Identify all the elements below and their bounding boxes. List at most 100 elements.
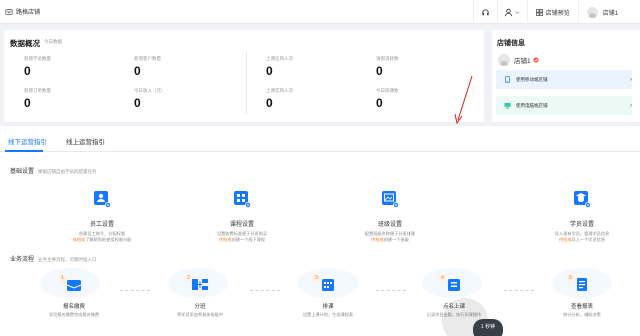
store-preview-button[interactable]: 店铺预览 bbox=[526, 0, 578, 24]
stat-leave-count: 请假消耗数 0 bbox=[376, 56, 399, 77]
staff-setting[interactable]: 员工设置 创建员工账号，分配权限 体检成了解帮您的使用权限分配 bbox=[60, 190, 144, 242]
store-info-title: 店铺信息 bbox=[497, 40, 525, 47]
monitor-icon bbox=[504, 102, 511, 109]
stat-label: 新增学员数量 bbox=[24, 56, 51, 61]
stat-label: 上课实到人次 bbox=[266, 88, 293, 93]
setting-tip: 传检成创建一个班级 bbox=[348, 237, 432, 243]
tip-link[interactable]: 传检成 bbox=[371, 237, 384, 242]
step-schedule[interactable]: 3 排课 设置上课计划，生成课程表 bbox=[288, 274, 368, 318]
stat-today-income: 今日收入（元） 0 bbox=[134, 88, 166, 109]
flow-connector bbox=[250, 290, 280, 291]
report-icon bbox=[577, 278, 587, 291]
tip-text: 了解帮您的使用权限分配 bbox=[85, 236, 132, 242]
stat-expected-attendance: 上课应到人次 0 bbox=[266, 56, 293, 77]
data-overview-card: 数据概况 今日数据 新增学员数量 0 新增客户数量 0 上课应到人次 0 请假消… bbox=[4, 30, 484, 122]
user-menu[interactable] bbox=[496, 0, 527, 24]
student-setting[interactable]: 学员设置 导入现有学员，管理学员信息 传检成导入一个学员信息 bbox=[540, 190, 624, 242]
stat-value: 0 bbox=[376, 96, 383, 110]
store-name-row: 店铺1 bbox=[498, 54, 539, 66]
step-desc: 统计分析，辅助决策 bbox=[563, 312, 601, 317]
setting-tip: 传检成创建一个线下课程 bbox=[200, 237, 284, 243]
flow-connector bbox=[504, 290, 534, 291]
guide-tabs: 线下运营指引 线上运营指引 bbox=[0, 126, 640, 152]
stat-new-orders: 新增订单数量 0 bbox=[24, 88, 51, 109]
step-desc: 将学员添加到具体班级中 bbox=[176, 312, 224, 317]
floating-widget-label: 1 秒钟 bbox=[480, 324, 496, 330]
floating-timer-widget[interactable]: 1 秒钟 bbox=[473, 319, 503, 336]
brand-name: 路格店铺 bbox=[16, 10, 41, 16]
step-assign-class[interactable]: 2 分班 将学员添加到具体班级中 bbox=[160, 274, 240, 318]
tip-link[interactable]: 传检成 bbox=[559, 237, 572, 242]
store-logo-icon bbox=[5, 8, 13, 15]
stat-value: 0 bbox=[134, 64, 141, 78]
assign-class-icon bbox=[192, 279, 208, 290]
setting-tip: 体检成了解帮您的使用权限分配 bbox=[60, 237, 144, 243]
stat-new-students: 新增学员数量 0 bbox=[24, 56, 51, 77]
annotation-arrow-icon bbox=[454, 75, 473, 125]
pc-store-link[interactable]: 使用电脑端店铺 › bbox=[496, 96, 632, 115]
course-setting[interactable]: 课程设置 设置收费标准便于分班购买 传检成创建一个线下课程 bbox=[200, 190, 284, 242]
section-title: 基础设置 bbox=[10, 169, 35, 175]
stat-label: 新增订单数量 bbox=[24, 88, 51, 93]
stat-label: 新增客户数量 bbox=[134, 56, 161, 61]
store-name: 店铺1 bbox=[514, 58, 531, 65]
stat-new-customers: 新增客户数量 0 bbox=[134, 56, 161, 77]
overview-title: 数据概况 bbox=[10, 39, 40, 48]
tip-text: 创建一个班级 bbox=[383, 236, 409, 242]
tip-text: 创建一个线下课程 bbox=[231, 236, 266, 242]
step-name: 报名缴费 bbox=[62, 304, 85, 310]
mobile-store-link[interactable]: 使用移动端店铺 › bbox=[496, 70, 632, 89]
tab-online-guide[interactable]: 线上运营指引 bbox=[66, 136, 105, 146]
setting-name: 班级设置 bbox=[377, 222, 402, 228]
active-tab-indicator bbox=[5, 150, 43, 152]
store-preview-label: 店铺预览 bbox=[545, 10, 570, 17]
setting-name: 学员设置 bbox=[569, 222, 594, 228]
verified-badge-icon bbox=[533, 57, 539, 63]
tab-offline-guide[interactable]: 线下运营指引 bbox=[8, 136, 47, 146]
stat-value: 0 bbox=[134, 96, 141, 110]
headset-icon[interactable] bbox=[472, 0, 497, 24]
account-menu[interactable]: 店铺1 bbox=[577, 0, 640, 24]
basic-settings-heading: 基础设置 根据店铺自由学员的配置任务 bbox=[10, 166, 97, 175]
stat-value: 0 bbox=[266, 64, 273, 78]
student-icon bbox=[574, 191, 591, 208]
stat-value: 0 bbox=[376, 64, 383, 78]
tip-text: 导入一个学员信息 bbox=[571, 236, 606, 242]
phone-icon bbox=[505, 76, 510, 83]
setting-name: 课程设置 bbox=[229, 222, 254, 228]
tip-link[interactable]: 传检成 bbox=[219, 237, 232, 242]
step-desc: 学员报名缴费完成报名缴费 bbox=[48, 312, 100, 317]
course-icon bbox=[234, 191, 251, 208]
step-name: 分班 bbox=[194, 304, 206, 310]
brand[interactable]: 路格店铺 bbox=[0, 7, 40, 16]
pc-store-label: 使用电脑端店铺 bbox=[516, 102, 548, 108]
chevron-right-icon: › bbox=[630, 102, 632, 109]
setting-name: 员工设置 bbox=[89, 222, 114, 228]
divider bbox=[246, 52, 247, 114]
overview-subtitle: 今日数据 bbox=[44, 39, 62, 44]
step-enroll[interactable]: 1 报名缴费 学员报名缴费完成报名缴费 bbox=[34, 274, 114, 318]
tip-link[interactable]: 体检成 bbox=[73, 237, 86, 242]
chevron-right-icon: › bbox=[630, 76, 632, 83]
stat-label: 今日收入（元） bbox=[134, 88, 166, 93]
store-info-card: 店铺信息 店铺1 使用移动端店铺 › 使用电脑端店铺 › bbox=[492, 30, 640, 122]
stat-label: 上课应到人次 bbox=[266, 56, 293, 61]
attendance-icon bbox=[448, 279, 460, 291]
store-avatar bbox=[498, 54, 510, 66]
calendar-icon bbox=[322, 279, 334, 291]
stat-today-schedules: 今日排课数 0 bbox=[376, 88, 399, 109]
enroll-icon bbox=[66, 280, 82, 291]
class-icon bbox=[382, 191, 399, 208]
step-reports[interactable]: 5 查看报表 统计分析，辅助决策 bbox=[542, 274, 622, 318]
avatar bbox=[586, 6, 598, 18]
chevron-down-icon bbox=[515, 10, 520, 14]
step-desc: 设置上课计划，生成课程表 bbox=[302, 312, 354, 317]
stat-label: 今日排课数 bbox=[376, 88, 399, 93]
grid-icon bbox=[535, 8, 543, 16]
step-name: 查看报表 bbox=[570, 304, 593, 310]
flow-connector bbox=[376, 290, 406, 291]
class-setting[interactable]: 班级设置 配置班级名称便于分班排课 传检成创建一个班级 bbox=[348, 190, 432, 242]
stat-value: 0 bbox=[266, 96, 273, 110]
flow-connector bbox=[120, 290, 150, 291]
staff-icon bbox=[94, 191, 111, 208]
